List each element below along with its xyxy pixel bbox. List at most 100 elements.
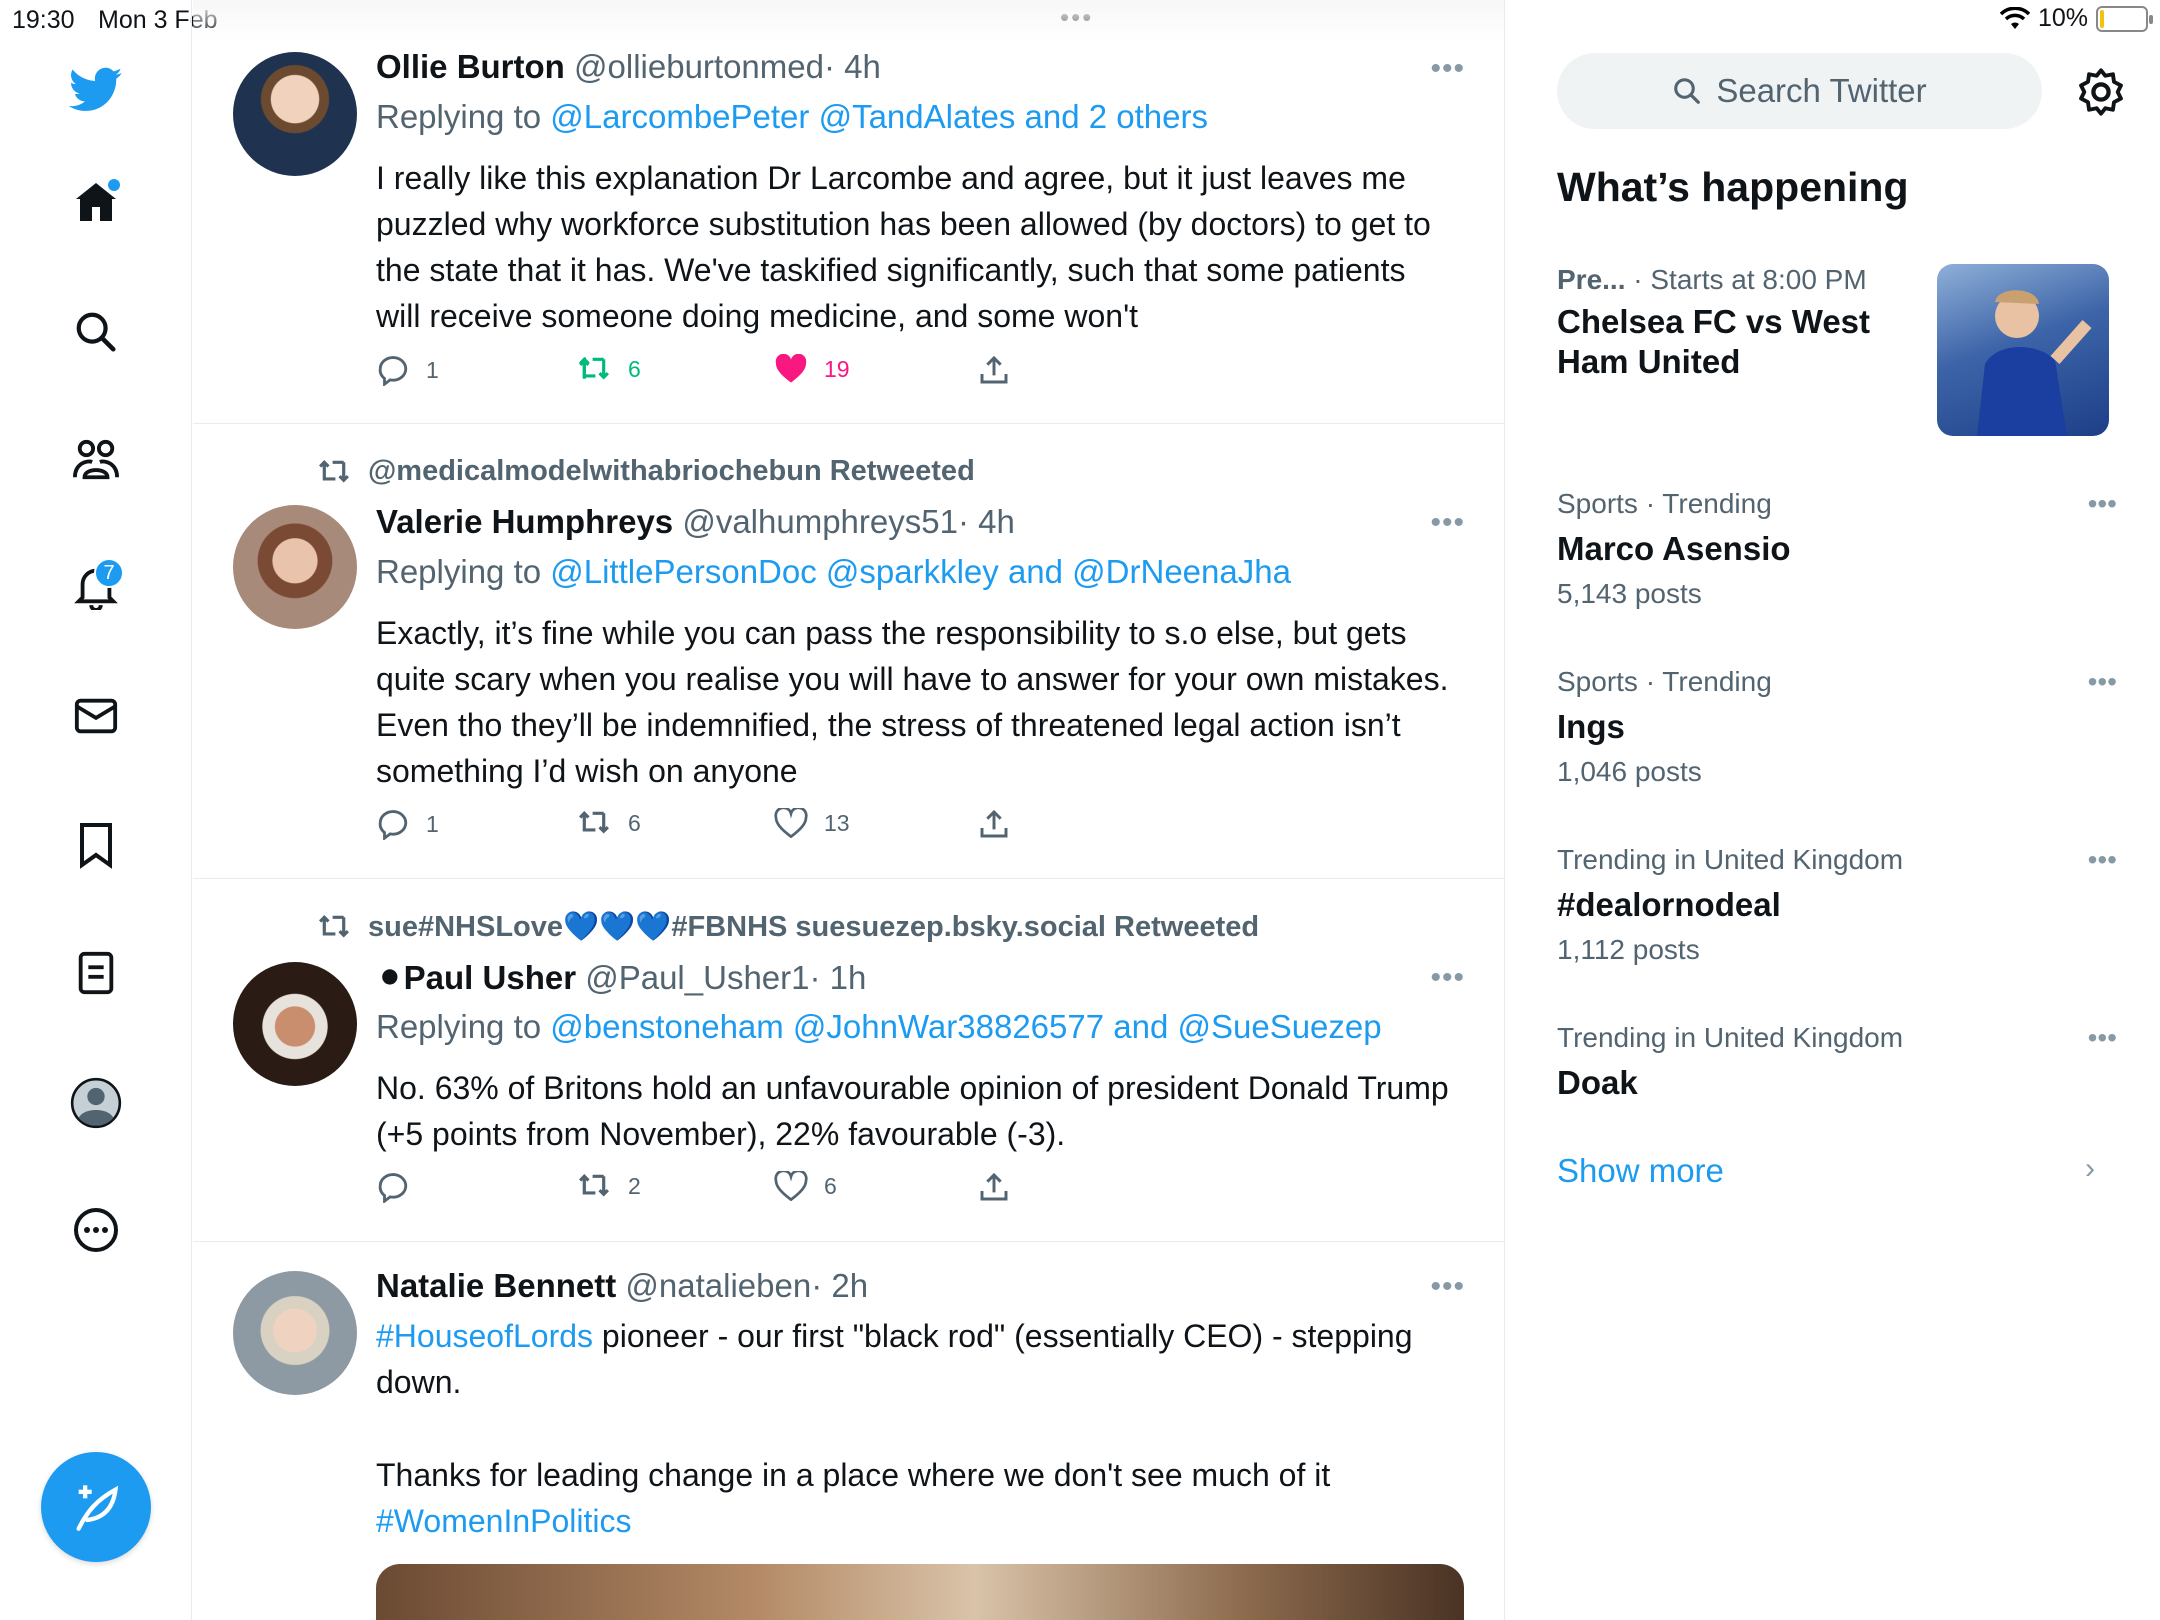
reply-users-link[interactable]: @LittlePersonDoc @sparkkley and @DrNeena… xyxy=(550,553,1291,590)
tweet-time: · 4h xyxy=(957,503,1015,540)
retweet-count: 6 xyxy=(628,355,641,382)
bookmarks-icon[interactable] xyxy=(66,815,126,875)
like-button[interactable]: 6 xyxy=(774,1171,837,1201)
author-name[interactable]: Ollie Burton xyxy=(376,48,565,85)
retweet-count: 2 xyxy=(628,1172,641,1199)
more-menu-icon[interactable]: ••• xyxy=(1430,52,1465,86)
trend-item[interactable]: Sports · Trending Marco Asensio 5,143 po… xyxy=(1557,488,2117,610)
messages-envelope-icon[interactable] xyxy=(66,686,126,746)
retweet-icon xyxy=(319,915,349,938)
author-name[interactable]: Valerie Humphreys xyxy=(376,503,673,540)
author-handle[interactable]: @ollieburtonmed xyxy=(574,48,824,85)
search-input[interactable]: Search Twitter xyxy=(1557,53,2042,129)
hashtag-link[interactable]: #HouseofLords xyxy=(376,1318,593,1354)
twitter-logo-icon[interactable] xyxy=(66,60,126,120)
author-handle[interactable]: @natalieben xyxy=(625,1267,811,1304)
author-handle[interactable]: @valhumphreys51 xyxy=(682,503,958,540)
trend-more-icon[interactable]: ••• xyxy=(2088,666,2117,698)
reply-icon xyxy=(378,356,408,386)
tweet[interactable]: sue#NHSLove💙💙💙#FBNHS suesuezep.bsky.soci… xyxy=(193,880,1505,1242)
trend-count: 5,143 posts xyxy=(1557,578,1702,609)
share-icon xyxy=(980,355,1008,384)
event-category: Pre... xyxy=(1557,264,1626,295)
tweet-text: I really like this explanation Dr Larcom… xyxy=(376,160,1431,334)
author-name[interactable]: ⚫Paul Usher xyxy=(376,959,576,996)
share-button[interactable] xyxy=(978,1171,1010,1203)
retweet-button[interactable]: 6 xyxy=(576,354,641,384)
reply-users-link[interactable]: @benstoneham @JohnWar38826577 and @SueSu… xyxy=(550,1008,1381,1045)
heart-icon xyxy=(774,808,808,838)
home-unread-dot xyxy=(108,179,120,191)
tweet-media-image[interactable] xyxy=(376,1564,1464,1620)
trend-title: #dealornodeal xyxy=(1557,886,1781,923)
search-placeholder: Search Twitter xyxy=(1716,72,1927,109)
tweet-actions: 2 6 xyxy=(376,1171,1016,1211)
show-more-link[interactable]: Show more xyxy=(1557,1152,1724,1190)
replying-to: Replying to @benstoneham @JohnWar3882657… xyxy=(376,1008,1382,1045)
tweet-actions: 1 6 13 xyxy=(376,808,1016,848)
like-count: 13 xyxy=(824,809,850,836)
trend-title: Doak xyxy=(1557,1064,1638,1101)
lists-icon[interactable] xyxy=(66,943,126,1003)
tweet-time: · 1h xyxy=(809,959,867,996)
event-thumbnail-image[interactable] xyxy=(1937,264,2109,436)
home-icon[interactable] xyxy=(66,173,126,233)
more-menu-icon[interactable]: ••• xyxy=(1430,1270,1465,1304)
reply-button[interactable] xyxy=(376,1171,426,1203)
tweet[interactable]: Ollie Burton @ollieburtonmed· 4h ••• Rep… xyxy=(193,0,1505,424)
trend-title: Ings xyxy=(1557,708,1625,745)
avatar[interactable] xyxy=(233,52,357,176)
search-icon[interactable] xyxy=(66,302,126,362)
trend-more-icon[interactable]: ••• xyxy=(2088,488,2117,520)
reply-button[interactable]: 1 xyxy=(376,808,439,840)
more-options-icon[interactable] xyxy=(66,1200,126,1260)
retweet-icon xyxy=(579,1174,609,1197)
communities-icon[interactable] xyxy=(66,430,126,490)
event-card[interactable]: Pre... · Starts at 8:00 PM Chelsea FC vs… xyxy=(1557,264,1937,382)
retweet-button[interactable]: 6 xyxy=(576,808,641,838)
tweet[interactable]: @medicalmodelwithabriochebun Retweeted V… xyxy=(193,425,1505,879)
settings-gear-icon[interactable] xyxy=(2075,66,2127,118)
retweet-icon xyxy=(579,356,609,380)
tweet-text: #HouseofLords pioneer - our first "black… xyxy=(376,1318,1413,1400)
notifications-bell-icon[interactable]: 7 xyxy=(66,556,126,616)
event-title: Chelsea FC vs West Ham United xyxy=(1557,303,1871,380)
retweet-button[interactable]: 2 xyxy=(576,1171,641,1201)
right-sidebar: Search Twitter What’s happening Pre... ·… xyxy=(1505,0,2160,1620)
avatar[interactable] xyxy=(233,1271,357,1395)
avatar[interactable] xyxy=(233,505,357,629)
tweet-text-continued: Thanks for leading change in a place whe… xyxy=(376,1457,1331,1539)
reply-button[interactable]: 1 xyxy=(376,354,439,386)
like-count: 6 xyxy=(824,1172,837,1199)
trend-item[interactable]: Trending in United Kingdom Doak ••• xyxy=(1557,1022,2117,1102)
trend-item[interactable]: Trending in United Kingdom #dealornodeal… xyxy=(1557,844,2117,966)
hashtag-link[interactable]: #WomenInPolitics xyxy=(376,1503,632,1539)
like-button[interactable]: 13 xyxy=(774,808,850,838)
avatar[interactable] xyxy=(233,962,357,1086)
like-button[interactable]: 19 xyxy=(774,354,850,384)
chevron-right-icon[interactable]: › xyxy=(2085,1152,2095,1186)
trend-more-icon[interactable]: ••• xyxy=(2088,844,2117,876)
profile-avatar-icon[interactable] xyxy=(66,1073,126,1133)
reply-count: 1 xyxy=(426,356,439,383)
trend-more-icon[interactable]: ••• xyxy=(2088,1022,2117,1054)
tweet[interactable]: Natalie Bennett @natalieben· 2h ••• #Hou… xyxy=(193,1243,1505,1620)
replying-to: Replying to @LittlePersonDoc @sparkkley … xyxy=(376,553,1291,590)
compose-tweet-button[interactable] xyxy=(41,1452,151,1562)
tweet-text: Exactly, it’s fine while you can pass th… xyxy=(376,615,1449,789)
more-menu-icon[interactable]: ••• xyxy=(1430,506,1465,540)
replying-to: Replying to @LarcombePeter @TandAlates a… xyxy=(376,98,1208,135)
share-button[interactable] xyxy=(978,808,1010,840)
left-navigation: 7 xyxy=(0,0,192,1620)
trend-item[interactable]: Sports · Trending Ings 1,046 posts ••• xyxy=(1557,666,2117,788)
share-button[interactable] xyxy=(978,354,1010,386)
more-menu-icon[interactable]: ••• xyxy=(1430,961,1465,995)
reply-icon xyxy=(378,810,408,840)
trend-meta: Trending in United Kingdom xyxy=(1557,1022,1904,1053)
share-icon xyxy=(980,809,1008,838)
tweet-text: No. 63% of Britons hold an unfavourable … xyxy=(376,1070,1449,1152)
reply-users-link[interactable]: @LarcombePeter @TandAlates and 2 others xyxy=(550,98,1208,135)
author-name[interactable]: Natalie Bennett xyxy=(376,1267,616,1304)
reply-icon xyxy=(378,1173,408,1203)
author-handle[interactable]: @Paul_Usher1 xyxy=(585,959,809,996)
